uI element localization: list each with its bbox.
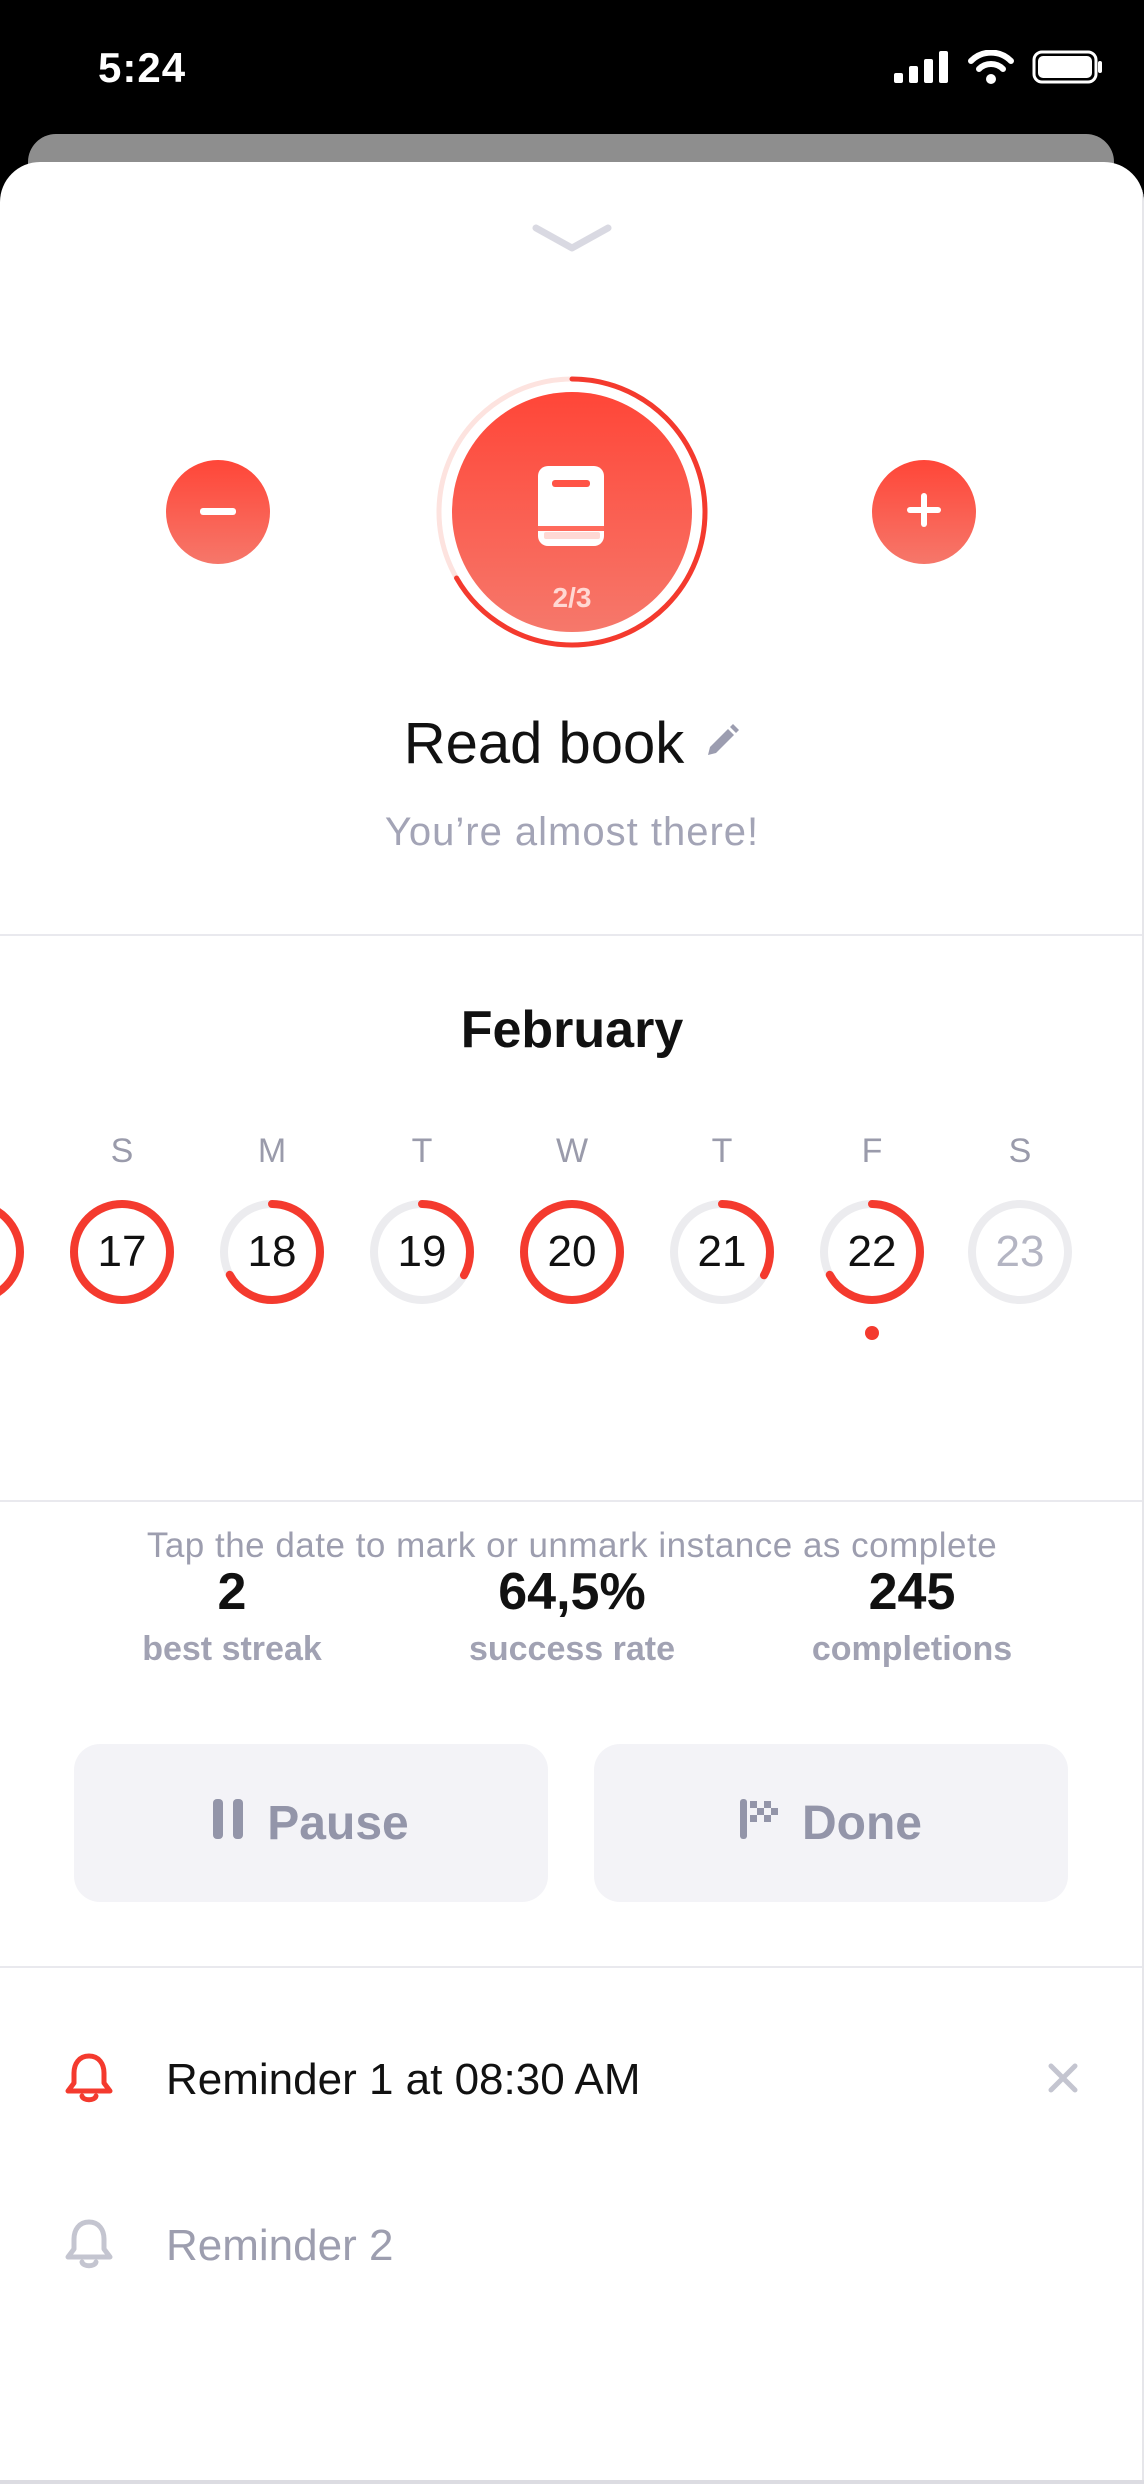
signal-icon (894, 51, 950, 88)
stat-label: completions (811, 1630, 1013, 1668)
stat-value: 2 (217, 1563, 247, 1621)
calendar-date[interactable]: 17 (68, 1198, 176, 1306)
battery-icon (1032, 50, 1104, 89)
plus-icon (907, 492, 941, 532)
pause-label: Pause (267, 1796, 409, 1850)
calendar-date[interactable]: 21 (668, 1198, 776, 1306)
progress-count: 2/3 (552, 582, 592, 613)
calendar-month: February (460, 1001, 684, 1059)
section-divider (0, 1500, 1142, 1502)
calendar-date-today[interactable]: 22 (818, 1198, 926, 1306)
weekday-label: S (1008, 1132, 1032, 1170)
weekday-label: S (110, 1132, 134, 1170)
stat-success-rate: 64,5% success rate (422, 1562, 722, 1669)
weekday-label: F (861, 1132, 883, 1170)
calendar-date-previous[interactable] (0, 1198, 26, 1306)
reminder-label: Reminder 1 at 08:30 AM (166, 2055, 641, 2104)
remove-reminder-close-icon[interactable] (1046, 2061, 1080, 2100)
decrement-button[interactable] (166, 460, 270, 564)
status-bar: 5:24 (0, 0, 1144, 140)
done-button[interactable]: Done (594, 1744, 1068, 1902)
section-divider (0, 934, 1142, 936)
today-indicator-dot (865, 1326, 879, 1340)
reminder-label: Reminder 2 (166, 2221, 394, 2270)
date-number: 21 (697, 1227, 747, 1276)
habit-progress-ring[interactable]: 2/3 (434, 374, 710, 650)
weekday-label: W (555, 1132, 589, 1170)
habit-button[interactable]: 2/3 (452, 392, 692, 632)
habit-detail-sheet: 2/3 Read book You’re almost there! Febru… (0, 162, 1144, 2484)
habit-subtitle: You’re almost there! (384, 810, 760, 854)
increment-button[interactable] (872, 460, 976, 564)
reminder-row[interactable]: Reminder 1 at 08:30 AM (0, 2020, 1144, 2140)
status-time: 5:24 (98, 44, 187, 91)
calendar-date[interactable]: 20 (518, 1198, 626, 1306)
date-number: 22 (847, 1227, 897, 1276)
dismiss-chevron-icon[interactable] (532, 222, 612, 263)
status-icons (894, 49, 1104, 89)
minus-icon (200, 503, 236, 521)
stat-best-streak: 2 best streak (82, 1562, 382, 1669)
stat-completions: 245 completions (762, 1562, 1062, 1669)
bottom-edge (0, 2480, 1144, 2484)
wifi-icon (968, 49, 1014, 89)
habit-title: Read book (403, 711, 685, 776)
date-number: 17 (97, 1227, 147, 1276)
calendar-date[interactable]: 19 (368, 1198, 476, 1306)
edit-pencil-icon[interactable] (704, 723, 740, 764)
weekday-label: M (257, 1132, 287, 1170)
book-icon (538, 466, 606, 553)
pause-icon (213, 1796, 244, 1851)
stat-value: 245 (868, 1563, 956, 1621)
weekday-label: T (411, 1132, 433, 1170)
reminder-row[interactable]: Reminder 2 (0, 2186, 1144, 2306)
weekday-label: T (711, 1132, 733, 1170)
bell-icon (62, 2051, 116, 2110)
stat-label: best streak (142, 1630, 322, 1668)
date-number: 19 (397, 1227, 447, 1276)
pause-button[interactable]: Pause (74, 1744, 548, 1902)
calendar-hint: Tap the date to mark or unmark instance … (146, 1526, 998, 1565)
bell-icon (62, 2217, 116, 2276)
date-number: 20 (547, 1227, 597, 1276)
habit-title-row[interactable]: Read book (0, 710, 1144, 777)
finish-flag-icon (740, 1796, 778, 1851)
stat-label: success rate (468, 1630, 676, 1668)
stat-value: 64,5% (498, 1563, 646, 1621)
date-number: 18 (247, 1227, 297, 1276)
done-label: Done (802, 1796, 922, 1850)
section-divider (0, 1966, 1142, 1968)
calendar-date[interactable]: 18 (218, 1198, 326, 1306)
calendar-date[interactable]: 23 (966, 1198, 1074, 1306)
date-number: 23 (995, 1227, 1045, 1276)
